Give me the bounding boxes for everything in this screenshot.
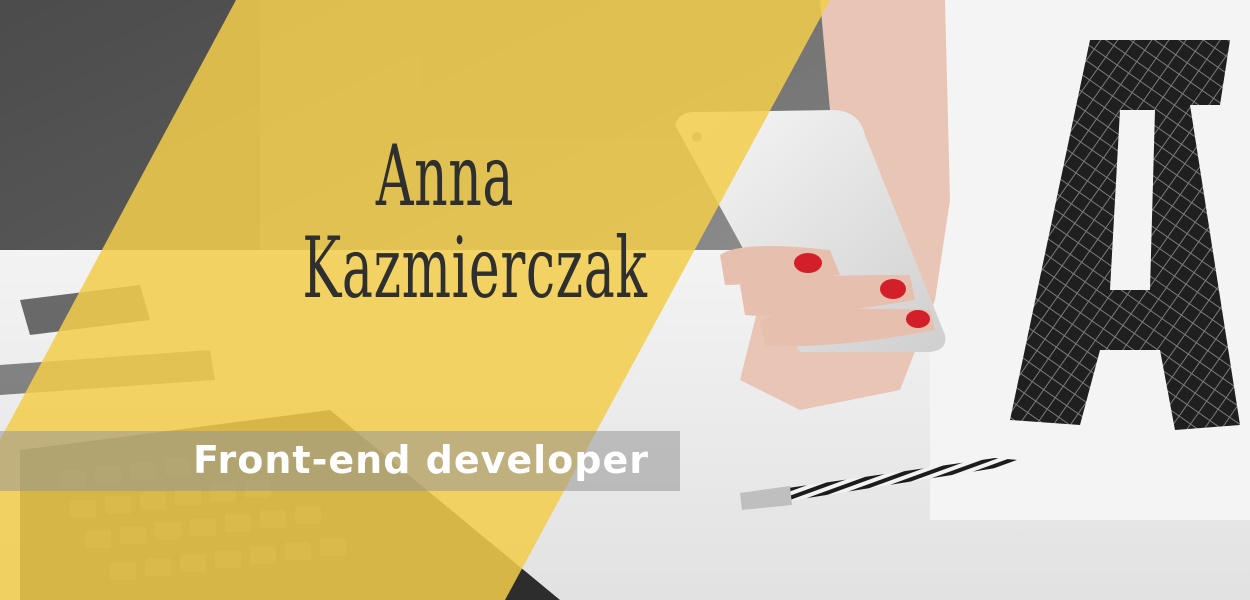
job-title: Front-end developer (193, 438, 649, 482)
person-name: Anna Kazmierczak (302, 127, 648, 317)
first-name: Anna (375, 127, 515, 225)
last-name: Kazmierczak (302, 219, 648, 317)
